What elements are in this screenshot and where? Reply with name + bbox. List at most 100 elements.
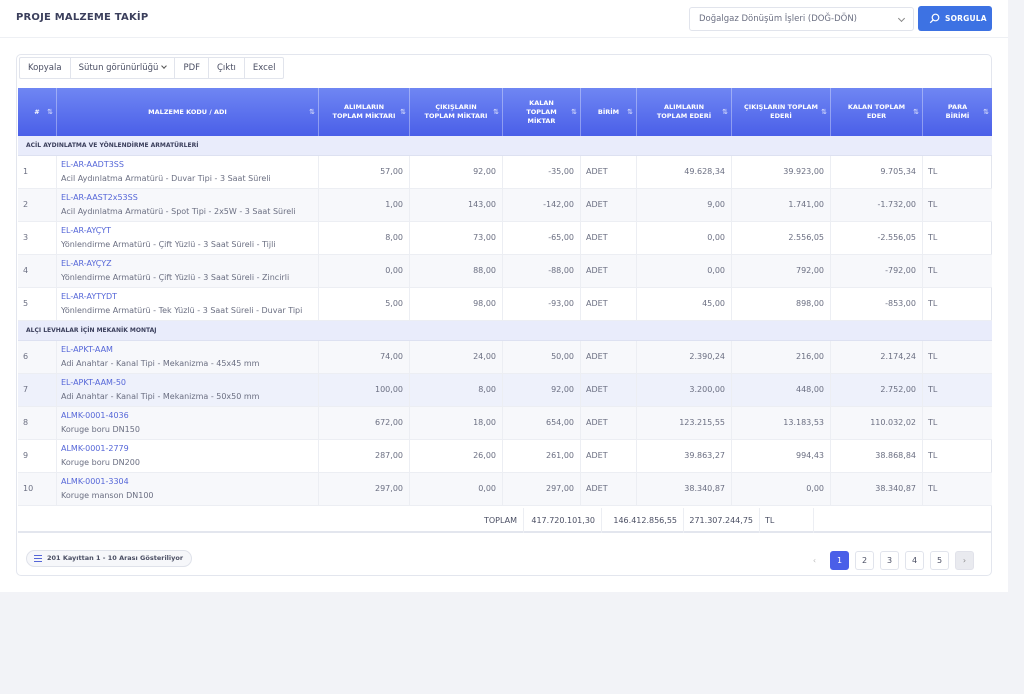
col-output-value-cell: 13.183,53 — [732, 407, 831, 440]
material-name: Acil Aydınlatma Armatürü - Duvar Tipi - … — [61, 174, 271, 183]
col-output-value-value: 994,43 — [796, 451, 824, 460]
material-code-link[interactable]: EL-AR-AAST2x53SS — [61, 193, 138, 202]
material-code-link[interactable]: EL-AR-AADT3SS — [61, 160, 124, 169]
material-code-link[interactable]: EL-APKT-AAM-50 — [61, 378, 126, 387]
header-col-unit[interactable]: BİRİM ⇅ — [581, 88, 637, 136]
col-remaining-value-value: -1.732,00 — [877, 200, 916, 209]
col-unit-cell: ADET — [581, 473, 637, 506]
totals-cell: 146.412.856,55 — [602, 508, 684, 533]
column-visibility-button[interactable]: Sütun görünürlüğü — [71, 58, 176, 78]
col-output-value-cell: 994,43 — [732, 440, 831, 473]
col-purchase-qty-value: 57,00 — [380, 167, 403, 176]
table-row[interactable]: 6 EL-APKT-AAM Adi Anahtar - Kanal Tipi - M… — [18, 341, 992, 374]
header-col-remaining-value[interactable]: KALAN TOPLAM EDER ⇅ — [831, 88, 923, 136]
table-row[interactable]: 5 EL-AR-AYTYDT Yönlendirme Armatürü - Tek … — [18, 288, 992, 321]
table-row[interactable]: 7 EL-APKT-AAM-50 Adi Anahtar - Kanal Tipi … — [18, 374, 992, 407]
material-name: Adi Anahtar - Kanal Tipi - Mekanizma - 5… — [61, 392, 260, 401]
col-output-qty-value: 0,00 — [478, 484, 496, 493]
col-currency-cell: TL — [923, 189, 992, 222]
page-button[interactable]: 4 — [905, 551, 924, 570]
col-remaining-qty-cell: -142,00 — [503, 189, 581, 222]
table-row[interactable]: 2 EL-AR-AAST2x53SS Acil Aydınlatma Armatür… — [18, 189, 992, 222]
total-purchases-value: 417.720.101,30 — [531, 516, 595, 525]
header-col-material[interactable]: MALZEME KODU / ADI ⇅ — [57, 88, 319, 136]
col-unit-value: ADET — [586, 484, 608, 493]
header-col-output-value[interactable]: ÇIKIŞLARIN TOPLAM EDERİ ⇅ — [732, 88, 831, 136]
col-output-value-value: 13.183,53 — [783, 418, 824, 427]
totals-spacer: TOPLAM — [18, 508, 524, 533]
material-code-link[interactable]: EL-AR-AYTYDT — [61, 292, 117, 301]
header-col-purchase-qty[interactable]: ALIMLARIN TOPLAM MİKTARI ⇅ — [319, 88, 410, 136]
material-code-link[interactable]: EL-APKT-AAM — [61, 345, 113, 354]
col-remaining-value-cell: -1.732,00 — [831, 189, 923, 222]
col-currency-value: TL — [928, 200, 938, 209]
col-number-value: 9 — [23, 451, 29, 460]
print-button[interactable]: Çıktı — [209, 58, 245, 78]
header-col-purchase-value[interactable]: ALIMLARIN TOPLAM EDERİ ⇅ — [637, 88, 732, 136]
col-remaining-qty-cell: 297,00 — [503, 473, 581, 506]
excel-button[interactable]: Excel — [245, 58, 284, 78]
material-cell: ALMK-0001-2779 Koruge boru DN200 — [57, 440, 319, 473]
sort-icon: ⇅ — [983, 108, 989, 116]
table-body: ACİL AYDINLATMA VE YÖNLENDİRME ARMATÜRLE… — [18, 136, 992, 506]
col-purchase-qty-cell: 57,00 — [319, 156, 410, 189]
col-remaining-value-cell: 38.340,87 — [831, 473, 923, 506]
col-output-qty-value: 143,00 — [468, 200, 496, 209]
page-button[interactable]: 5 — [930, 551, 949, 570]
col-currency-cell: TL — [923, 407, 992, 440]
col-number-value: 8 — [23, 418, 29, 427]
table-row[interactable]: 3 EL-AR-AYÇYT Yönlendirme Armatürü - Çift … — [18, 222, 992, 255]
totals-cell: 271.307.244,75 — [684, 508, 760, 533]
col-output-qty-cell: 92,00 — [410, 156, 503, 189]
material-code-link[interactable]: ALMK-0001-2779 — [61, 444, 129, 453]
search-icon — [929, 13, 940, 24]
col-remaining-value-cell: 110.032,02 — [831, 407, 923, 440]
header-label: ÇIKIŞLARIN TOPLAM EDERİ — [744, 103, 818, 120]
table-row[interactable]: 1 EL-AR-AADT3SS Acil Aydınlatma Armatürü -… — [18, 156, 992, 189]
col-unit-value: ADET — [586, 451, 608, 460]
col-currency-cell: TL — [923, 341, 992, 374]
col-purchase-value-value: 0,00 — [707, 233, 725, 242]
material-code-link[interactable]: EL-AR-AYÇYT — [61, 226, 111, 235]
page-button[interactable]: 2 — [855, 551, 874, 570]
col-purchase-qty-cell: 0,00 — [319, 255, 410, 288]
material-code-link[interactable]: EL-AR-AYÇYZ — [61, 259, 112, 268]
page-button[interactable]: 3 — [880, 551, 899, 570]
table-row[interactable]: 8 ALMK-0001-4036 Koruge boru DN150 672,00 18… — [18, 407, 992, 440]
col-output-value-cell: 216,00 — [732, 341, 831, 374]
col-output-qty-cell: 73,00 — [410, 222, 503, 255]
header-col-number[interactable]: # ⇅ — [18, 88, 57, 136]
table-row[interactable]: 9 ALMK-0001-2779 Koruge boru DN200 287,00 26… — [18, 440, 992, 473]
col-output-value-cell: 39.923,00 — [732, 156, 831, 189]
chevron-down-icon — [161, 63, 168, 69]
col-purchase-value-value: 45,00 — [702, 299, 725, 308]
table-row[interactable]: 10 ALMK-0001-3304 Koruge manson DN100 297,0… — [18, 473, 992, 506]
col-unit-cell: ADET — [581, 255, 637, 288]
col-output-qty-cell: 143,00 — [410, 189, 503, 222]
page-button[interactable]: 1 — [830, 551, 849, 570]
pdf-button[interactable]: PDF — [175, 58, 209, 78]
records-info-badge: 201 Kayıttan 1 - 10 Arası Gösteriliyor — [26, 550, 193, 567]
copy-button[interactable]: Kopyala — [20, 58, 71, 78]
export-toolbar: Kopyala Sütun görünürlüğü PDF Çıktı Exce… — [19, 57, 285, 79]
col-remaining-qty-cell: -35,00 — [503, 156, 581, 189]
material-code-link[interactable]: ALMK-0001-4036 — [61, 411, 129, 420]
material-cell: EL-AR-AYTYDT Yönlendirme Armatürü - Tek Y… — [57, 288, 319, 321]
header-col-output-qty[interactable]: ÇIKIŞLARIN TOPLAM MİKTARI ⇅ — [410, 88, 503, 136]
project-select[interactable]: Doğalgaz Dönüşüm İşleri (DOĞ-DÖN) — [689, 7, 914, 31]
header-col-currency[interactable]: PARA BİRİMİ ⇅ — [923, 88, 992, 136]
table-card: Kopyala Sütun görünürlüğü PDF Çıktı Exce… — [16, 54, 992, 576]
material-code-link[interactable]: ALMK-0001-3304 — [61, 477, 129, 486]
prev-page-button[interactable]: ‹ — [805, 551, 824, 570]
next-page-button[interactable]: › — [955, 551, 974, 570]
col-currency-cell: TL — [923, 440, 992, 473]
col-currency-cell: TL — [923, 222, 992, 255]
table-row[interactable]: 4 EL-AR-AYÇYZ Yönlendirme Armatürü - Çift … — [18, 255, 992, 288]
col-remaining-value-value: 2.752,00 — [880, 385, 916, 394]
query-button[interactable]: SORGULA — [918, 6, 992, 31]
sort-icon: ⇅ — [309, 108, 315, 116]
sort-icon: ⇅ — [913, 108, 919, 116]
header-label: KALAN TOPLAM MİKTAR — [526, 98, 557, 125]
header-col-remaining-qty[interactable]: KALAN TOPLAM MİKTAR ⇅ — [503, 88, 581, 136]
col-remaining-qty-cell: -65,00 — [503, 222, 581, 255]
